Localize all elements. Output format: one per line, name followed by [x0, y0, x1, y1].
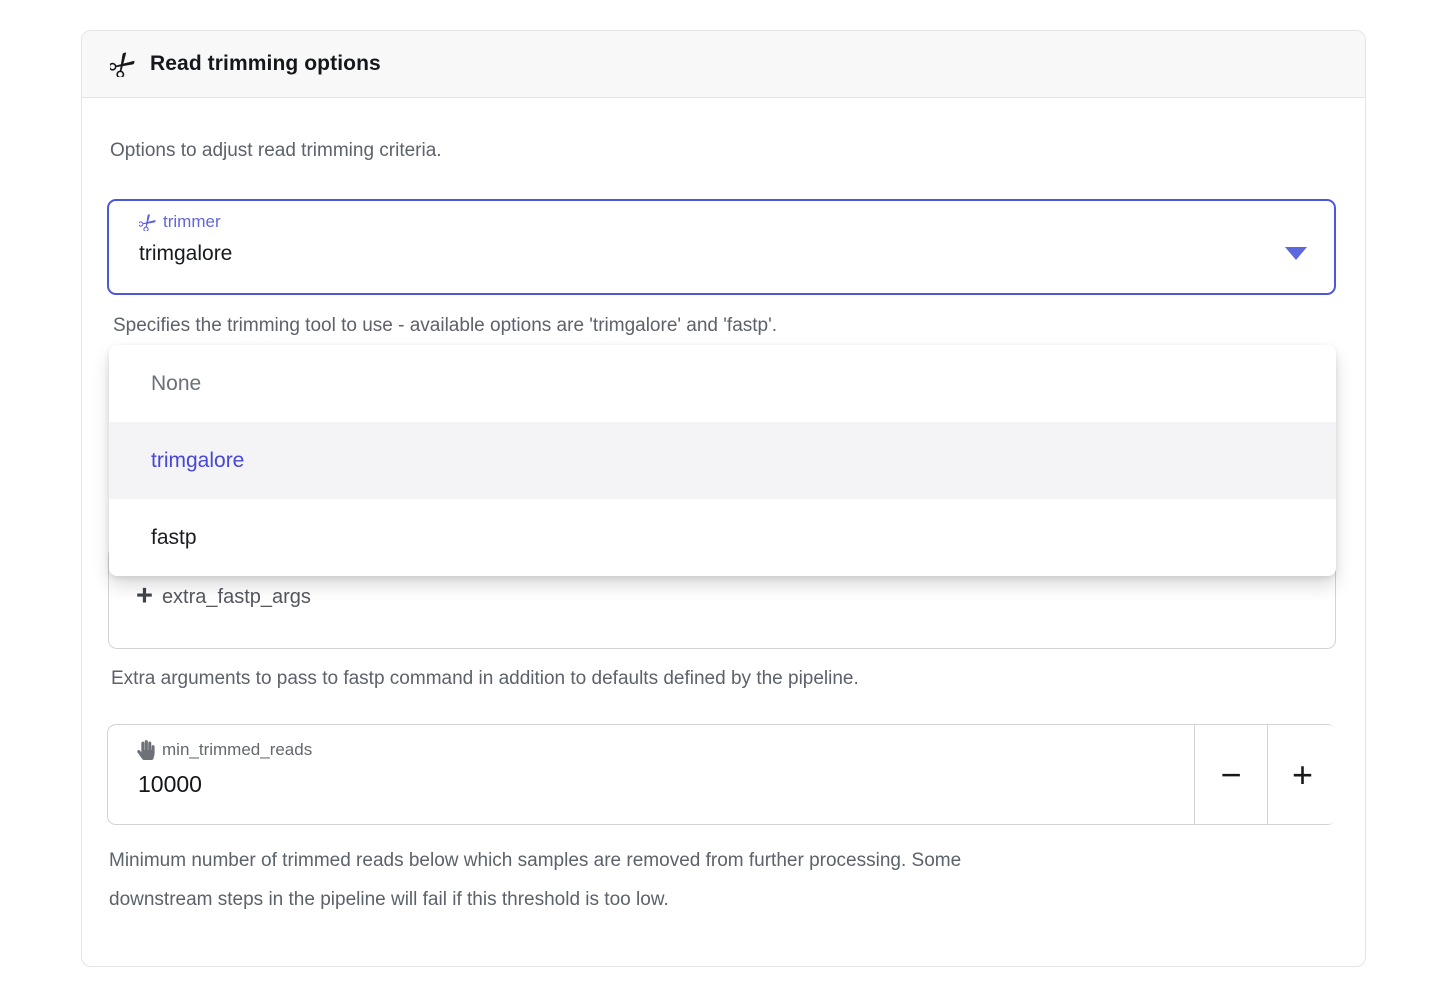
increment-button[interactable]: + — [1267, 725, 1337, 824]
dropdown-option-fastp[interactable]: fastp — [109, 499, 1336, 576]
help-line-2: downstream steps in the pipeline will fa… — [109, 880, 961, 919]
dropdown-option-trimgalore[interactable]: trimgalore — [109, 422, 1336, 499]
read-trimming-options-panel: Read trimming options Options to adjust … — [81, 30, 1366, 967]
min-trimmed-reads-input[interactable]: min_trimmed_reads 10000 — [108, 725, 1194, 824]
trimmer-label: trimmer — [163, 212, 221, 232]
extra-fastp-args-help-text: Extra arguments to pass to fastp command… — [111, 667, 859, 691]
panel-header: Read trimming options — [82, 31, 1365, 98]
scissors-icon — [110, 52, 135, 77]
extra-fastp-args-label: extra_fastp_args — [162, 586, 311, 609]
hand-icon — [137, 740, 155, 760]
min-trimmed-reads-group: min_trimmed_reads 10000 − + — [107, 724, 1336, 825]
dropdown-option-none[interactable]: None — [109, 345, 1336, 422]
decrement-button[interactable]: − — [1194, 725, 1267, 824]
trimmer-label-row: trimmer — [139, 212, 221, 232]
trimmer-value: trimgalore — [139, 242, 232, 266]
plus-icon: + — [136, 582, 153, 611]
panel-title: Read trimming options — [150, 52, 381, 76]
help-line-1: Minimum number of trimmed reads below wh… — [109, 841, 961, 880]
scissors-icon — [139, 214, 156, 231]
min-trimmed-reads-label: min_trimmed_reads — [162, 740, 312, 760]
trimmer-select[interactable]: trimmer trimgalore — [107, 199, 1336, 295]
trimmer-dropdown-menu: None trimgalore fastp — [109, 345, 1336, 576]
min-trimmed-reads-label-row: min_trimmed_reads — [137, 740, 312, 760]
section-description: Options to adjust read trimming criteria… — [110, 139, 442, 163]
min-trimmed-reads-help-text: Minimum number of trimmed reads below wh… — [109, 841, 961, 919]
caret-down-icon[interactable] — [1285, 247, 1307, 260]
min-trimmed-reads-value: 10000 — [138, 771, 202, 798]
trimmer-help-text: Specifies the trimming tool to use - ava… — [113, 314, 777, 338]
